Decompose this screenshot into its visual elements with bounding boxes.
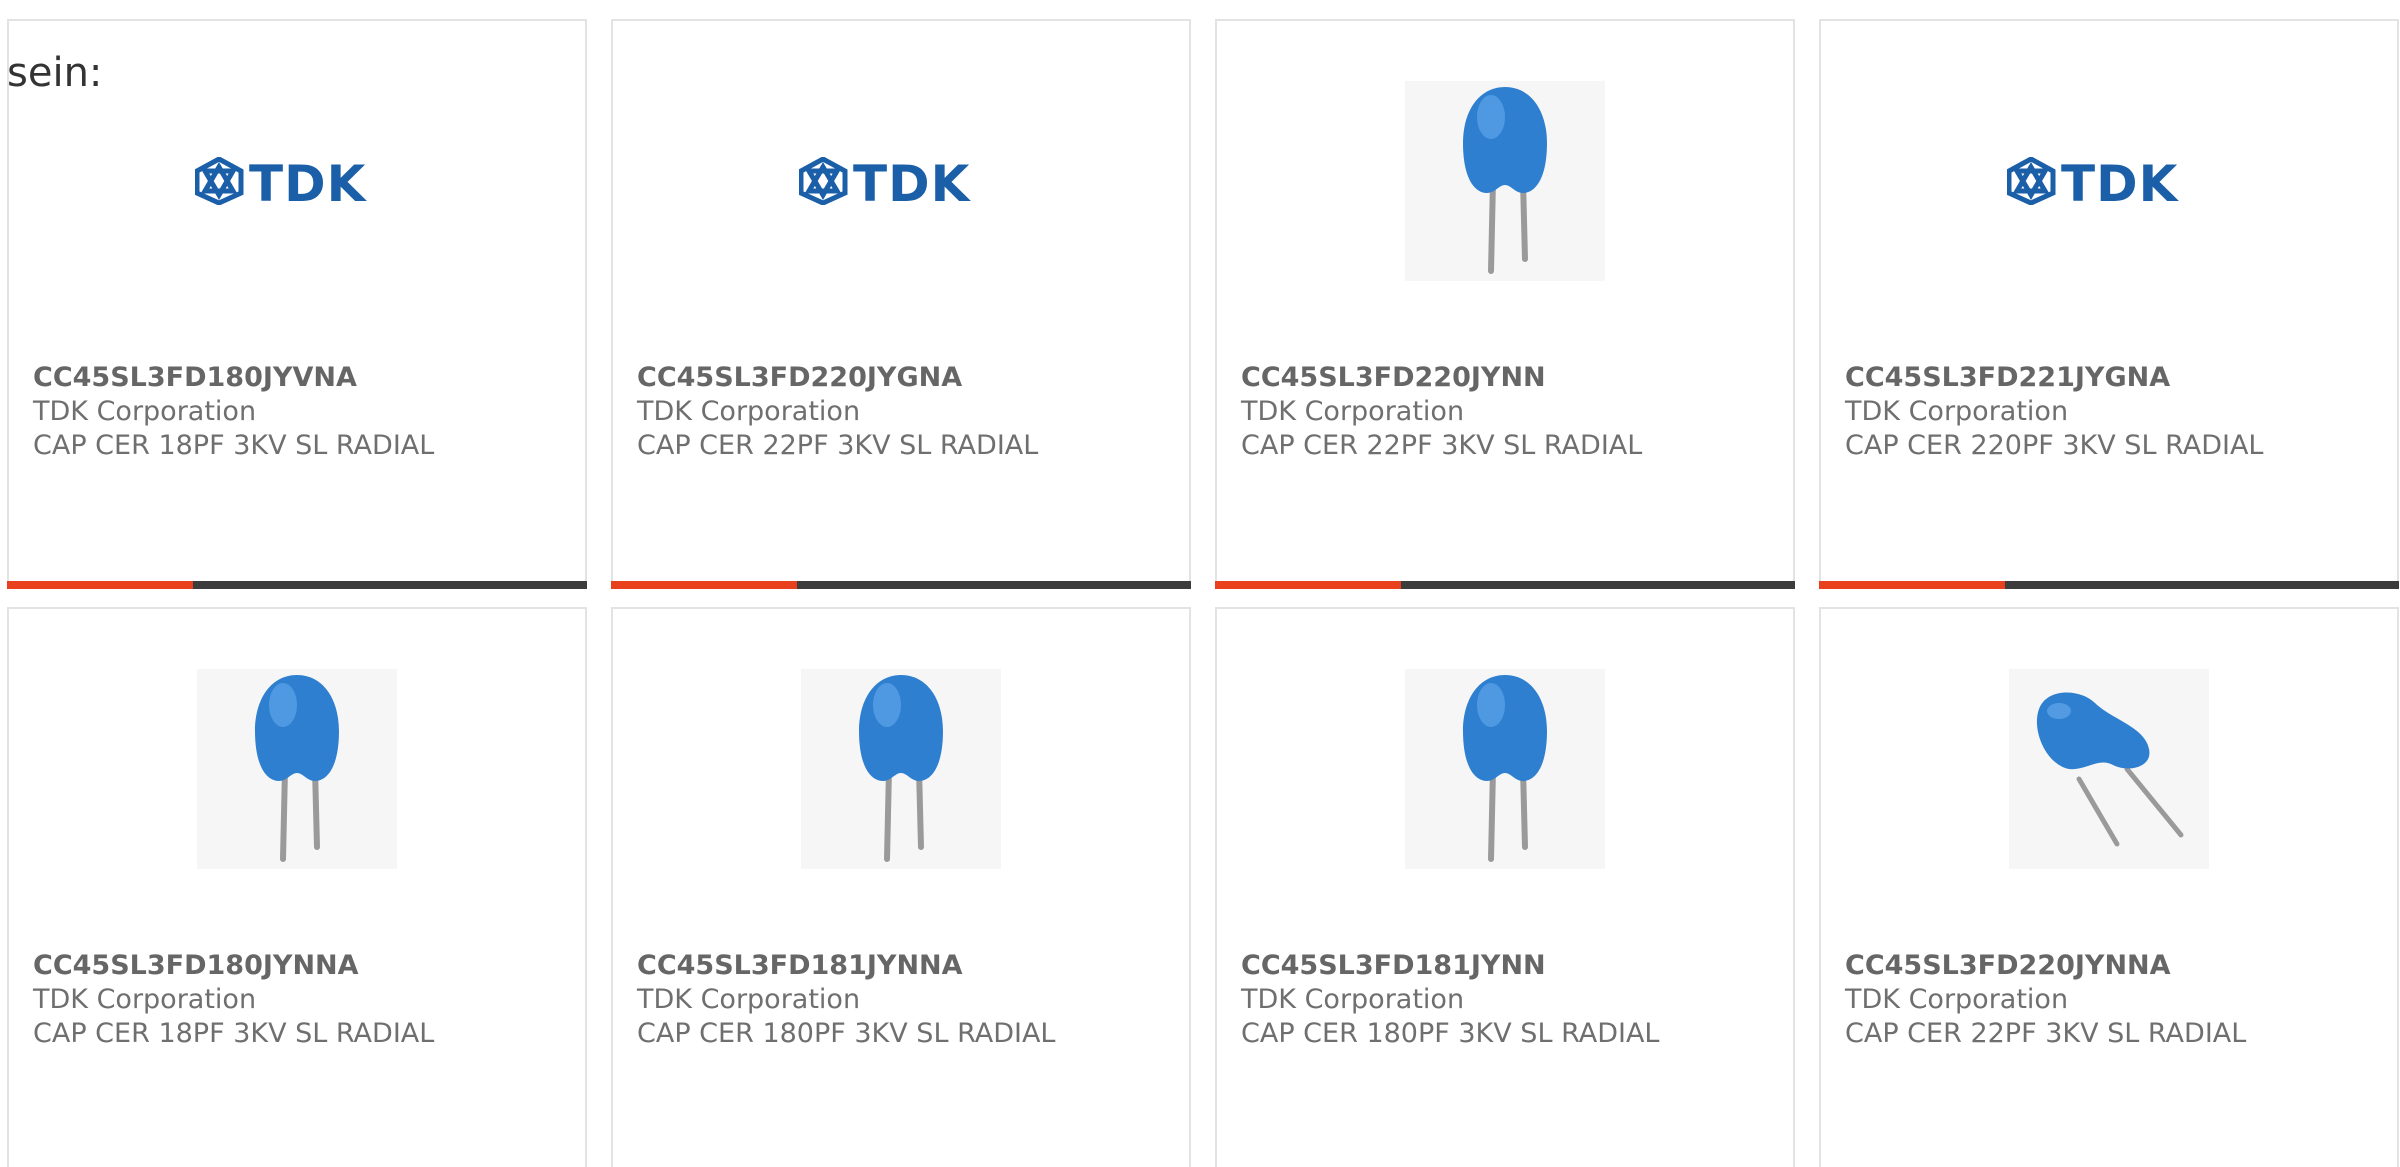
progress-fill <box>1215 581 1401 589</box>
part-number[interactable]: CC45SL3FD220JYGNA <box>637 361 1173 395</box>
product-card[interactable]: TDK CC45SL3FD221JYGNA TDK Corporation CA… <box>1819 19 2399 589</box>
capacitor-tilted-icon <box>2009 669 2209 869</box>
tdk-logo-icon: TDK <box>798 157 1004 205</box>
manufacturer: TDK Corporation <box>637 396 861 427</box>
part-number[interactable]: CC45SL3FD181JYNNA <box>637 949 1173 983</box>
manufacturer: TDK Corporation <box>1241 984 1465 1015</box>
progress-bar <box>1819 581 2399 589</box>
description: CAP CER 180PF 3KV SL RADIAL <box>637 1018 1056 1049</box>
product-image: TDK <box>1821 81 2397 281</box>
product-grid: TDK CC45SL3FD180JYVNA TDK Corporation CA… <box>7 19 2399 1167</box>
part-number[interactable]: CC45SL3FD180JYNNA <box>33 949 569 983</box>
part-number[interactable]: CC45SL3FD181JYNN <box>1241 949 1777 983</box>
product-card[interactable]: CC45SL3FD220JYNNA TDK Corporation CAP CE… <box>1819 607 2399 1167</box>
svg-text:TDK: TDK <box>249 157 368 205</box>
part-number[interactable]: CC45SL3FD220JYNN <box>1241 361 1777 395</box>
svg-text:TDK: TDK <box>2061 157 2180 205</box>
product-image: TDK <box>9 81 585 281</box>
progress-fill <box>7 581 193 589</box>
overlay-text: sein: <box>7 50 103 96</box>
manufacturer: TDK Corporation <box>33 396 257 427</box>
description: CAP CER 22PF 3KV SL RADIAL <box>1241 430 1643 461</box>
progress-bar <box>611 581 1191 589</box>
product-card[interactable]: CC45SL3FD181JYNN TDK Corporation CAP CER… <box>1215 607 1795 1167</box>
tdk-logo-icon: TDK <box>194 157 400 205</box>
progress-bar <box>7 581 587 589</box>
capacitor-upright-icon <box>1405 669 1605 869</box>
product-grid-page: sein: TDK CC45SL3FD180JYVNA TDK Corporat… <box>0 0 2400 1167</box>
part-number[interactable]: CC45SL3FD220JYNNA <box>1845 949 2381 983</box>
product-image: TDK <box>613 81 1189 281</box>
progress-fill <box>611 581 797 589</box>
manufacturer: TDK Corporation <box>637 984 861 1015</box>
product-image <box>1217 81 1793 281</box>
manufacturer: TDK Corporation <box>33 984 257 1015</box>
description: CAP CER 180PF 3KV SL RADIAL <box>1241 1018 1660 1049</box>
capacitor-upright-icon <box>1405 81 1605 281</box>
product-card[interactable]: CC45SL3FD220JYNN TDK Corporation CAP CER… <box>1215 19 1795 589</box>
product-image <box>9 669 585 869</box>
svg-text:TDK: TDK <box>853 157 972 205</box>
product-image <box>613 669 1189 869</box>
manufacturer: TDK Corporation <box>1241 396 1465 427</box>
manufacturer: TDK Corporation <box>1845 984 2069 1015</box>
description: CAP CER 22PF 3KV SL RADIAL <box>637 430 1039 461</box>
capacitor-upright-icon <box>197 669 397 869</box>
product-card[interactable]: CC45SL3FD180JYNNA TDK Corporation CAP CE… <box>7 607 587 1167</box>
description: CAP CER 18PF 3KV SL RADIAL <box>33 1018 435 1049</box>
product-card[interactable]: TDK CC45SL3FD220JYGNA TDK Corporation CA… <box>611 19 1191 589</box>
description: CAP CER 18PF 3KV SL RADIAL <box>33 430 435 461</box>
progress-bar <box>1215 581 1795 589</box>
product-card[interactable]: CC45SL3FD181JYNNA TDK Corporation CAP CE… <box>611 607 1191 1167</box>
tdk-logo-icon: TDK <box>2006 157 2212 205</box>
product-image <box>1217 669 1793 869</box>
part-number[interactable]: CC45SL3FD180JYVNA <box>33 361 569 395</box>
capacitor-upright-icon <box>801 669 1001 869</box>
description: CAP CER 22PF 3KV SL RADIAL <box>1845 1018 2247 1049</box>
part-number[interactable]: CC45SL3FD221JYGNA <box>1845 361 2381 395</box>
manufacturer: TDK Corporation <box>1845 396 2069 427</box>
product-card[interactable]: TDK CC45SL3FD180JYVNA TDK Corporation CA… <box>7 19 587 589</box>
progress-fill <box>1819 581 2005 589</box>
description: CAP CER 220PF 3KV SL RADIAL <box>1845 430 2264 461</box>
product-image <box>1821 669 2397 869</box>
